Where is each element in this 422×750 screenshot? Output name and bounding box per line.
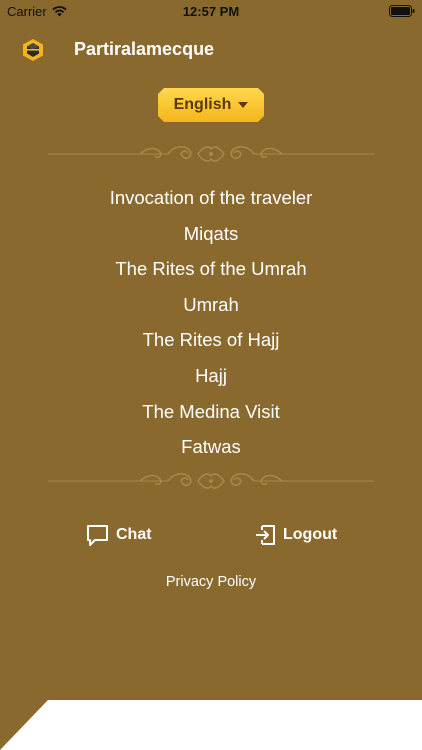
language-dropdown[interactable]: English [158, 88, 264, 122]
logout-label: Logout [283, 526, 338, 543]
chat-button[interactable]: Chat [86, 522, 152, 548]
menu-item-hajj[interactable]: Hajj [0, 358, 422, 394]
chat-bubble-icon [87, 524, 108, 546]
menu-item-fatwas[interactable]: Fatwas [0, 429, 422, 465]
privacy-policy-link[interactable]: Privacy Policy [0, 574, 422, 590]
menu-item-miqats[interactable]: Miqats [0, 216, 422, 252]
menu-item-umrah[interactable]: Umrah [0, 287, 422, 323]
chat-label: Chat [116, 526, 152, 543]
ornament-divider-icon [48, 473, 374, 489]
menu-item-invocation[interactable]: Invocation of the traveler [0, 180, 422, 216]
status-bar: Carrier 12:57 PM [0, 0, 422, 22]
nav-bar: Partiralamecque [0, 34, 422, 66]
ornament-divider-icon [48, 146, 374, 162]
battery-icon [389, 5, 415, 20]
language-selected: English [173, 96, 232, 113]
app-title: Partiralamecque [74, 39, 215, 59]
caret-down-icon [238, 102, 249, 108]
logout-button[interactable]: Logout [254, 522, 337, 548]
bottom-decoration [0, 700, 422, 750]
status-time: 12:57 PM [182, 4, 240, 19]
menu-item-medina-visit[interactable]: The Medina Visit [0, 394, 422, 430]
main-menu: Invocation of the traveler Miqats The Ri… [0, 180, 422, 465]
logout-icon [256, 525, 275, 545]
menu-item-rites-umrah[interactable]: The Rites of the Umrah [0, 251, 422, 287]
menu-item-rites-hajj[interactable]: The Rites of Hajj [0, 322, 422, 358]
kaaba-icon[interactable] [21, 38, 45, 62]
